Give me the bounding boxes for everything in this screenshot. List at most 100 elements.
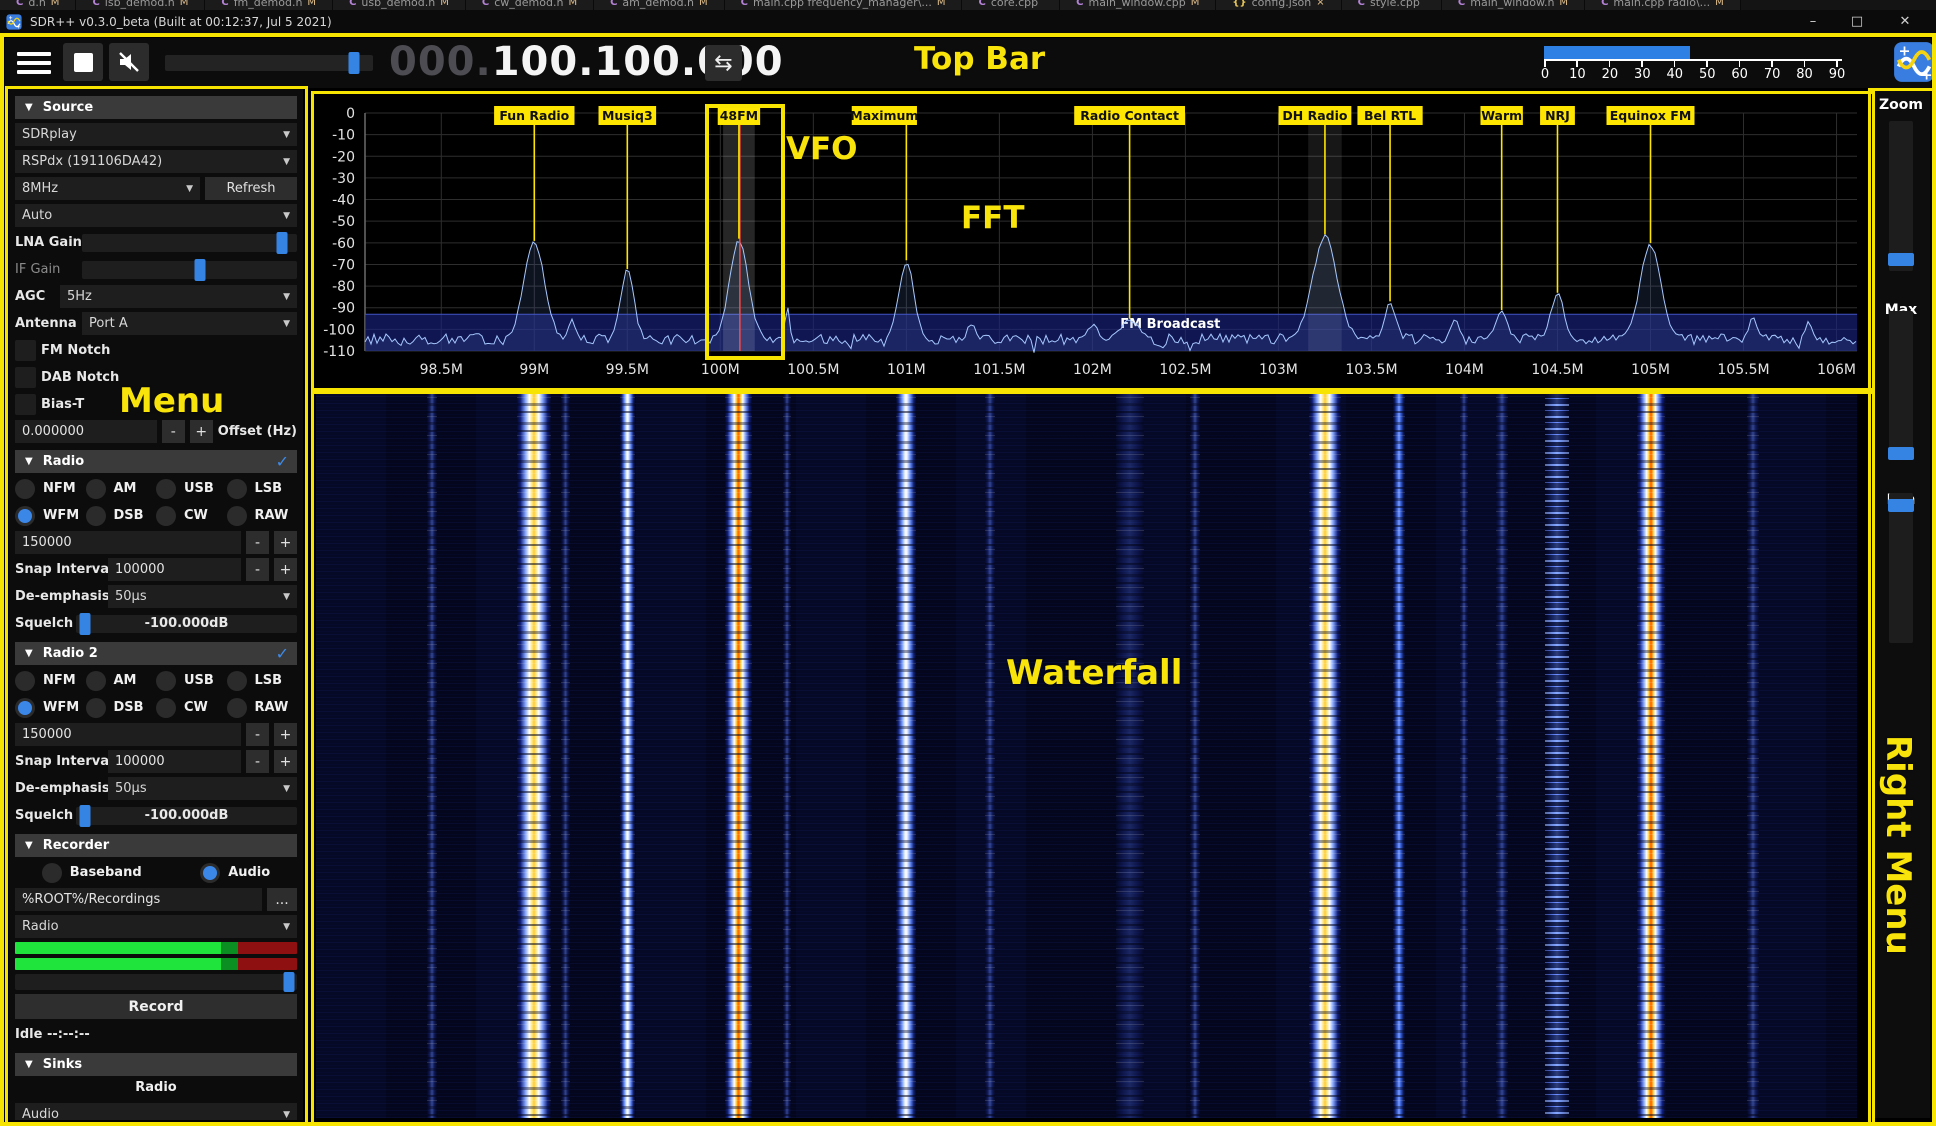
waterfall-signal-streak[interactable] <box>985 392 995 1118</box>
mode-option-lsb[interactable]: LSB <box>227 669 298 692</box>
mode-option-nfm[interactable]: NFM <box>15 477 86 500</box>
source-driver-dropdown[interactable]: SDRplay▼ <box>15 123 297 146</box>
radio1-snap-input[interactable]: 100000 <box>108 558 241 581</box>
radio-button[interactable] <box>156 671 176 691</box>
mode-option-am[interactable]: AM <box>86 669 157 692</box>
snap-minus-button[interactable]: - <box>246 750 269 773</box>
radio-button-selected[interactable] <box>15 698 35 718</box>
radio-button[interactable] <box>86 698 106 718</box>
mode-option-raw[interactable]: RAW <box>227 696 298 719</box>
radio1-bandwidth-input[interactable]: 150000 <box>15 531 241 554</box>
panel-header-radio[interactable]: ▼ Radio ✓ <box>15 450 297 473</box>
radio-button[interactable] <box>227 479 247 499</box>
refresh-button[interactable]: Refresh <box>205 177 297 200</box>
waterfall-signal-streak[interactable] <box>620 392 635 1118</box>
editor-tab[interactable]: Cmain_window.cppM <box>1060 0 1216 10</box>
offset-minus-button[interactable]: - <box>162 420 185 443</box>
antenna-dropdown[interactable]: Port A▼ <box>82 312 297 335</box>
dab-notch-checkbox[interactable] <box>15 367 36 388</box>
mode-option-dsb[interactable]: DSB <box>86 504 157 527</box>
offset-plus-button[interactable]: + <box>190 420 213 443</box>
editor-tab[interactable]: Cstyle.cpp <box>1342 0 1442 10</box>
max-slider-handle[interactable] <box>1888 447 1914 460</box>
radio-button-selected[interactable] <box>200 863 220 883</box>
waterfall-signal-streak[interactable] <box>783 392 791 1118</box>
waterfall-signal-streak[interactable] <box>896 392 916 1118</box>
snap-plus-button[interactable]: + <box>274 558 297 581</box>
panel-header-recorder[interactable]: ▼ Recorder <box>15 834 297 857</box>
radio-button[interactable] <box>86 479 106 499</box>
min-slider[interactable] <box>1889 493 1913 643</box>
if-gain-slider[interactable] <box>82 261 297 279</box>
vfo-swap-button[interactable]: ⇆ <box>705 45 742 81</box>
fft-click-area[interactable] <box>316 95 1864 385</box>
minimize-button[interactable]: – <box>1796 10 1830 33</box>
zoom-slider-handle[interactable] <box>1888 253 1914 266</box>
waterfall-signal-streak[interactable] <box>725 392 752 1118</box>
waterfall-signal-streak[interactable] <box>1190 392 1200 1118</box>
radio1-squelch-slider[interactable]: -100.000dB <box>76 615 297 633</box>
bandwidth-plus-button[interactable]: + <box>274 723 297 746</box>
waterfall-signal-streak[interactable] <box>1545 392 1569 1118</box>
editor-tab[interactable]: {}config.json× <box>1216 0 1341 10</box>
waterfall-signal-streak[interactable] <box>517 392 551 1118</box>
radio2-snap-input[interactable]: 100000 <box>108 750 241 773</box>
record-button[interactable]: Record <box>15 994 297 1019</box>
mode-option-nfm[interactable]: NFM <box>15 669 86 692</box>
offset-input[interactable]: 0.000000 <box>15 420 157 443</box>
recordings-path-input[interactable]: %ROOT%/Recordings <box>15 888 262 911</box>
editor-tab[interactable]: Ccore.cpp <box>962 0 1060 10</box>
radio-button-selected[interactable] <box>15 506 35 526</box>
mode-option-usb[interactable]: USB <box>156 477 227 500</box>
if-gain-handle[interactable] <box>195 259 206 281</box>
editor-tab[interactable]: Cmain.cpp radio\...M <box>1585 0 1741 10</box>
radio-button[interactable] <box>15 479 35 499</box>
min-slider-handle[interactable] <box>1888 499 1914 512</box>
editor-tab[interactable]: Cmain.cpp frequency_manager\...M <box>725 0 963 10</box>
max-slider[interactable] <box>1889 311 1913 459</box>
bandwidth-minus-button[interactable]: - <box>246 531 269 554</box>
maximize-button[interactable]: □ <box>1840 10 1874 33</box>
editor-tab[interactable]: Cfm_demod.hM <box>205 0 333 10</box>
recorder-volume-handle[interactable] <box>283 972 294 992</box>
radio-button[interactable] <box>156 698 176 718</box>
agc-dropdown[interactable]: 5Hz▼ <box>60 285 297 308</box>
fm-notch-checkbox[interactable] <box>15 340 36 361</box>
editor-tab[interactable]: Cam_demod.hM <box>594 0 725 10</box>
menu-hamburger-button[interactable] <box>17 48 51 78</box>
panel-header-source[interactable]: ▼ Source <box>15 96 297 119</box>
snap-minus-button[interactable]: - <box>246 558 269 581</box>
editor-tab[interactable]: Cmain_window.hM <box>1442 0 1585 10</box>
lna-gain-handle[interactable] <box>276 232 287 254</box>
radio-button[interactable] <box>86 506 106 526</box>
waterfall-signal-streak[interactable] <box>1309 392 1341 1118</box>
recorder-volume-slider[interactable] <box>15 974 297 990</box>
editor-tab[interactable]: Cd.hM <box>0 0 76 10</box>
source-device-dropdown[interactable]: RSPdx (191106DA42)▼ <box>15 150 297 173</box>
radio-button[interactable] <box>42 863 62 883</box>
radio-button[interactable] <box>227 698 247 718</box>
volume-slider-handle[interactable] <box>349 52 360 74</box>
browse-button[interactable]: ... <box>267 888 297 911</box>
source-samplerate-dropdown[interactable]: Auto▼ <box>15 204 297 227</box>
mode-option-dsb[interactable]: DSB <box>86 696 157 719</box>
mode-option-usb[interactable]: USB <box>156 669 227 692</box>
mode-option-wfm[interactable]: WFM <box>15 696 86 719</box>
bandwidth-minus-button[interactable]: - <box>246 723 269 746</box>
waterfall-signal-streak[interactable] <box>1460 392 1468 1118</box>
panel-header-sinks[interactable]: ▼ Sinks <box>15 1053 297 1076</box>
mode-option-am[interactable]: AM <box>86 477 157 500</box>
radio-button[interactable] <box>156 479 176 499</box>
close-button[interactable]: ✕ <box>1888 10 1922 33</box>
bandwidth-plus-button[interactable]: + <box>274 531 297 554</box>
waterfall-display[interactable] <box>316 392 1857 1118</box>
waterfall-signal-streak[interactable] <box>1747 392 1759 1118</box>
waterfall-signal-streak[interactable] <box>1637 392 1665 1118</box>
radio-button[interactable] <box>227 506 247 526</box>
source-bandwidth-dropdown[interactable]: 8MHz▼ <box>15 177 200 200</box>
waterfall-signal-streak[interactable] <box>561 392 570 1118</box>
waterfall-signal-streak[interactable] <box>1393 392 1405 1118</box>
panel-header-radio2[interactable]: ▼ Radio 2 ✓ <box>15 642 297 665</box>
zoom-slider[interactable] <box>1889 121 1913 271</box>
radio1-deemphasis-dropdown[interactable]: 50µs▼ <box>108 585 297 608</box>
